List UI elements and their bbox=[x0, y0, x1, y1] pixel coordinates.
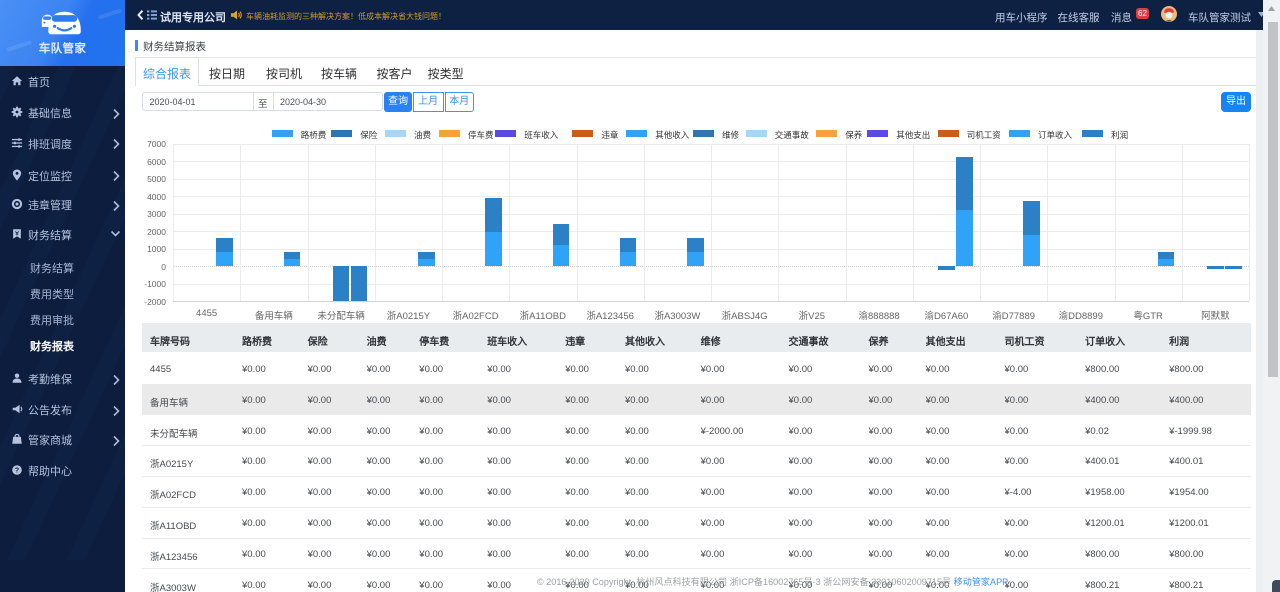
svg-text:?: ? bbox=[15, 466, 20, 475]
